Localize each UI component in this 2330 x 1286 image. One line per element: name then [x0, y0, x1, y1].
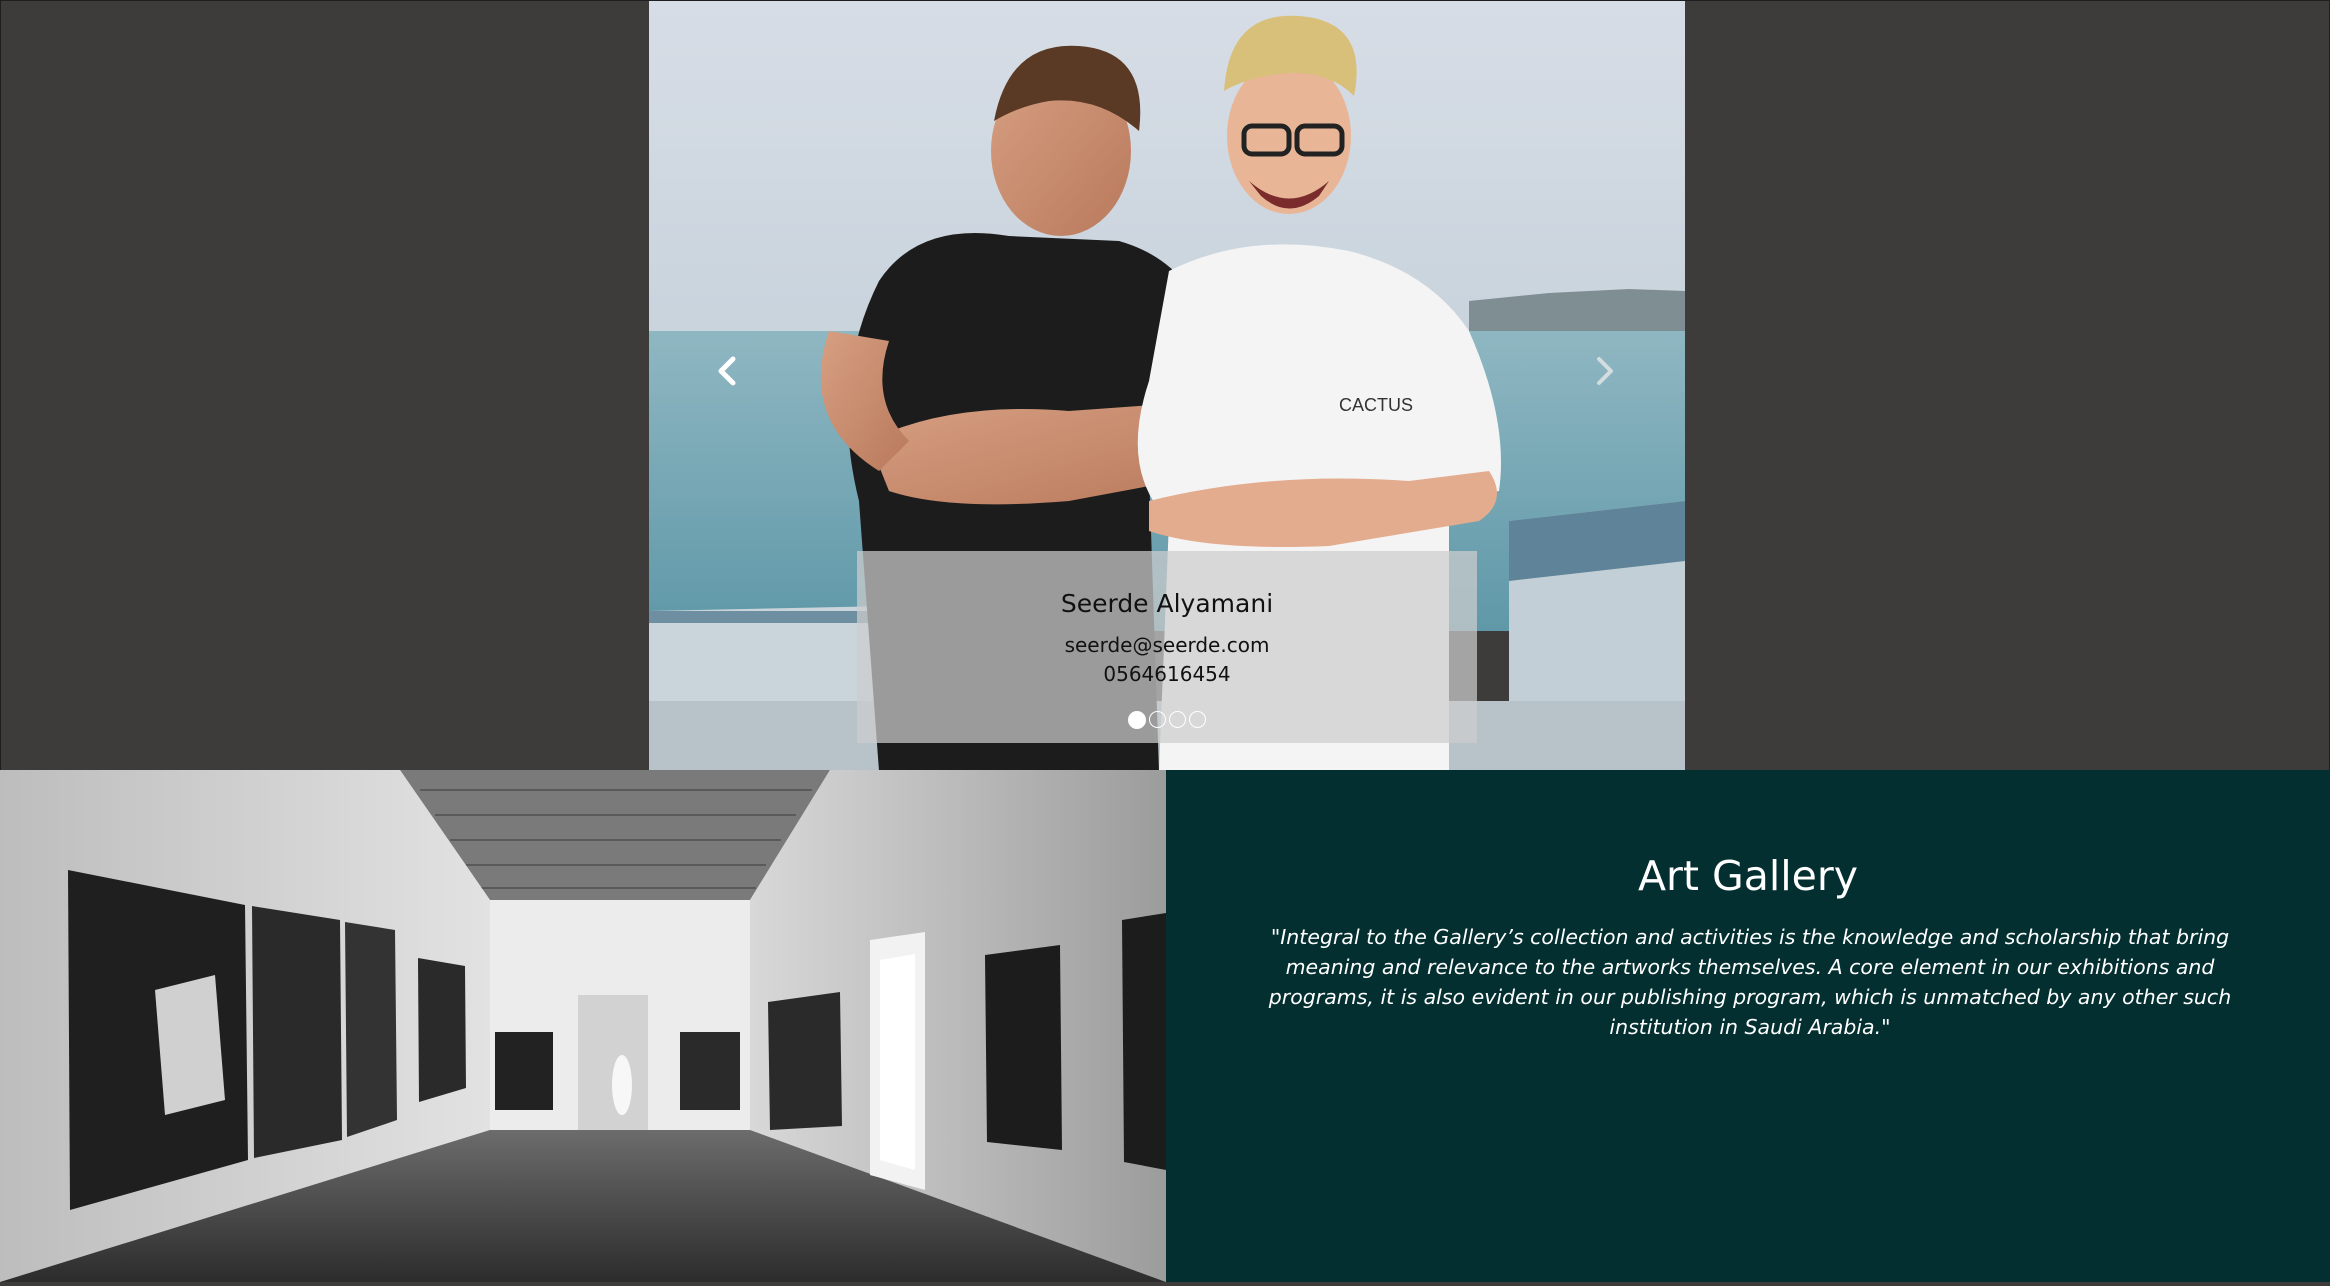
caption-email: seerde@seerde.com: [1064, 633, 1270, 657]
chevron-left-icon: [718, 356, 736, 386]
gallery-info-panel: Art Gallery "Integral to the Gallery’s c…: [1166, 770, 2330, 1282]
carousel-prev-button[interactable]: [707, 351, 747, 391]
svg-text:CACTUS: CACTUS: [1339, 395, 1413, 415]
carousel-caption: Seerde Alyamani seerde@seerde.com 056461…: [857, 551, 1477, 743]
caption-phone: 0564616454: [1103, 662, 1231, 686]
carousel-section: CACTUS Seerde Alyamani seerde@seerde.com…: [0, 0, 2330, 771]
caption-name: Seerde Alyamani: [1060, 589, 1274, 618]
chevron-right-icon: [1597, 357, 1613, 385]
page-bottom-strip: [0, 1282, 2330, 1286]
carousel-next-button[interactable]: [1585, 351, 1625, 391]
gallery-quote: "Integral to the Gallery’s collection an…: [1268, 925, 2232, 1039]
carousel-indicator[interactable]: [1149, 711, 1166, 728]
gallery-room-image: [0, 770, 1166, 1282]
carousel-indicators: [857, 711, 1477, 729]
gallery-photo: [0, 770, 1166, 1282]
carousel-indicator[interactable]: [1169, 711, 1186, 728]
carousel-indicator[interactable]: [1128, 711, 1146, 729]
carousel-indicator[interactable]: [1189, 711, 1206, 728]
gallery-title: Art Gallery: [1637, 852, 1859, 900]
gallery-section: Art Gallery "Integral to the Gallery’s c…: [0, 770, 2330, 1286]
